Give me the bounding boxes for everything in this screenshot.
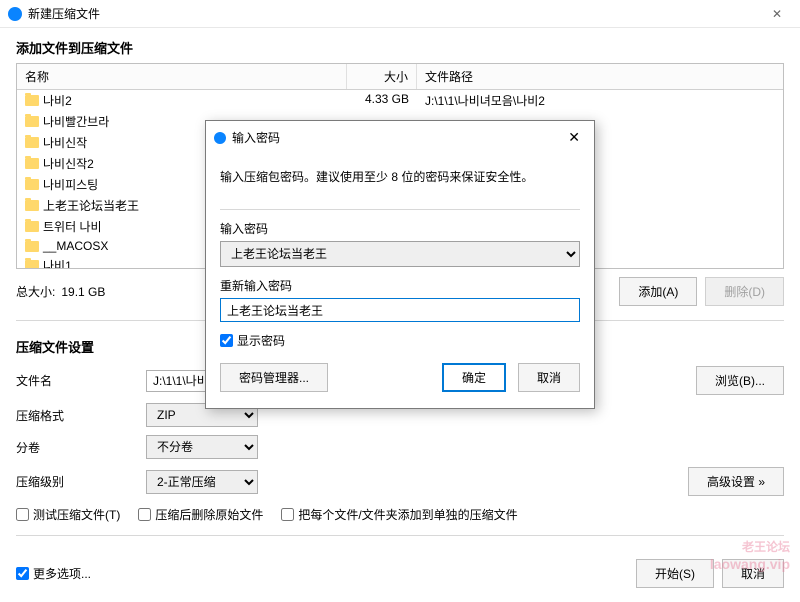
- folder-icon: [25, 116, 39, 127]
- advanced-button[interactable]: 高级设置 »: [688, 467, 784, 496]
- separate-archive-checkbox[interactable]: 把每个文件/文件夹添加到单独的压缩文件: [281, 506, 517, 523]
- dialog-icon: [214, 132, 226, 144]
- password-label: 输入密码: [220, 220, 580, 237]
- folder-icon: [25, 200, 39, 211]
- file-size: 4.33 GB: [347, 90, 417, 111]
- titlebar: 新建压缩文件 ✕: [0, 0, 800, 28]
- file-name: 나비신작: [43, 134, 87, 151]
- folder-icon: [25, 137, 39, 148]
- folder-icon: [25, 260, 39, 269]
- footer: 更多选项... 开始(S) 取消: [0, 549, 800, 602]
- app-icon: [8, 7, 22, 21]
- file-name: 나비1: [43, 257, 72, 269]
- delete-after-checkbox[interactable]: 压缩后删除原始文件: [138, 506, 263, 523]
- col-name-header[interactable]: 名称: [17, 64, 347, 89]
- total-size-value: 19.1 GB: [61, 285, 105, 299]
- file-name: 나비피스팅: [43, 176, 98, 193]
- dialog-title: 输入密码: [232, 129, 280, 146]
- password-input[interactable]: 上老王论坛当老王: [220, 241, 580, 267]
- show-password-checkbox[interactable]: 显示密码: [220, 332, 580, 349]
- volume-label: 分卷: [16, 439, 136, 456]
- level-label: 压缩级别: [16, 473, 136, 490]
- divider: [16, 535, 784, 536]
- test-archive-checkbox[interactable]: 测试压缩文件(T): [16, 506, 120, 523]
- password-dialog: 输入密码 ✕ 输入压缩包密码。建议使用至少 8 位的密码来保证安全性。 输入密码…: [205, 120, 595, 409]
- delete-button[interactable]: 删除(D): [705, 277, 784, 306]
- level-select[interactable]: 2-正常压缩: [146, 470, 258, 494]
- total-size-label: 总大小:: [16, 283, 55, 300]
- folder-icon: [25, 241, 39, 252]
- ok-button[interactable]: 确定: [442, 363, 506, 392]
- browse-button[interactable]: 浏览(B)...: [696, 366, 784, 395]
- volume-select[interactable]: 不分卷: [146, 435, 258, 459]
- window-title: 新建压缩文件: [28, 5, 100, 22]
- file-name: 나비신작2: [43, 155, 94, 172]
- format-label: 压缩格式: [16, 407, 136, 424]
- password-manager-button[interactable]: 密码管理器...: [220, 363, 328, 392]
- file-name: 나비빨간브라: [43, 113, 109, 130]
- table-row[interactable]: 나비2 4.33 GBJ:\1\1\나비녀모음\나비2: [17, 90, 783, 111]
- more-options-checkbox[interactable]: 更多选项...: [16, 565, 91, 582]
- file-name: 트위터 나비: [43, 218, 102, 235]
- dialog-close-button[interactable]: ✕: [562, 127, 586, 148]
- dialog-hint: 输入压缩包密码。建议使用至少 8 位的密码来保证安全性。: [220, 160, 580, 203]
- file-name: __MACOSX: [43, 239, 108, 253]
- table-header: 名称 大小 文件路径: [17, 64, 783, 90]
- divider: [220, 209, 580, 210]
- file-path: J:\1\1\나비녀모음\나비2: [417, 90, 783, 111]
- filename-label: 文件名: [16, 372, 136, 389]
- password-confirm-input[interactable]: [220, 298, 580, 322]
- folder-icon: [25, 221, 39, 232]
- window-close-button[interactable]: ✕: [762, 3, 792, 25]
- add-button[interactable]: 添加(A): [619, 277, 697, 306]
- password-confirm-label: 重新输入密码: [220, 277, 580, 294]
- file-name: 上老王论坛当老王: [43, 197, 139, 214]
- folder-icon: [25, 179, 39, 190]
- folder-icon: [25, 95, 39, 106]
- cancel-button[interactable]: 取消: [722, 559, 784, 588]
- folder-icon: [25, 158, 39, 169]
- start-button[interactable]: 开始(S): [636, 559, 714, 588]
- add-files-heading: 添加文件到压缩文件: [0, 28, 800, 63]
- col-path-header[interactable]: 文件路径: [417, 64, 783, 89]
- file-name: 나비2: [43, 92, 72, 109]
- col-size-header[interactable]: 大小: [347, 64, 417, 89]
- dialog-cancel-button[interactable]: 取消: [518, 363, 580, 392]
